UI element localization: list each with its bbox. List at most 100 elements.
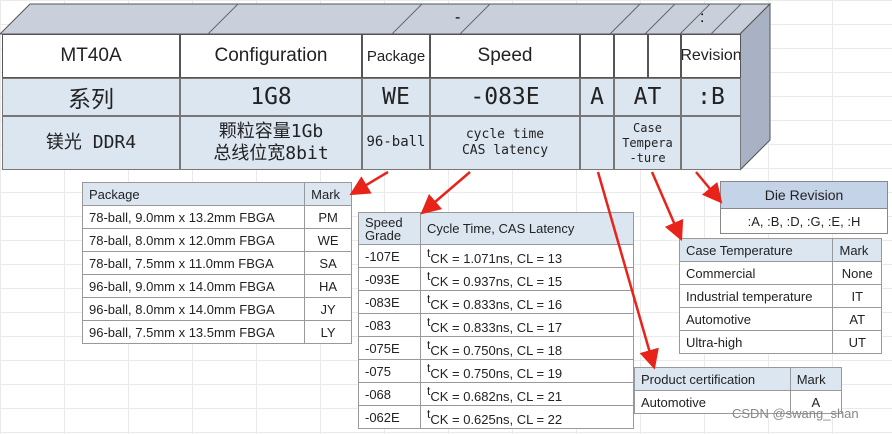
- grade-cell: -062E: [358, 405, 421, 429]
- cycle-value: CK = 0.750ns, CL = 18: [430, 343, 563, 358]
- table-row: Commercial None: [678, 261, 882, 285]
- table-row: -075E tCK = 0.750ns, CL = 18: [358, 336, 634, 360]
- grade-cell: -107E: [358, 244, 421, 268]
- speed-line-2: CAS latency: [461, 143, 549, 158]
- header-configuration: Configuration: [180, 34, 362, 78]
- config-line-2: 总线位宽8bit: [213, 143, 329, 164]
- table-row: 96-ball, 7.5mm x 13.5mm FBGA LY: [81, 320, 352, 344]
- product-cert-header-label: Product certification: [634, 367, 791, 391]
- cycle-value: CK = 0.625ns, CL = 22: [430, 412, 563, 427]
- product-cert-header: Product certification Mark: [634, 367, 843, 391]
- product-cert-header-mark: Mark: [789, 367, 843, 391]
- speed-table-header: Speed Grade Cycle Time, CAS Latency: [358, 212, 634, 245]
- cycle-cell: tCK = 0.833ns, CL = 16: [420, 290, 634, 314]
- temp-line-3: -ture: [629, 150, 666, 165]
- top-3d-side: [740, 34, 771, 171]
- package-table: Package Mark 78-ball, 9.0mm x 13.2mm FBG…: [81, 182, 352, 344]
- top-3d-strip: - :: [0, 2, 772, 38]
- speed-grade-header: Speed Grade: [358, 212, 421, 245]
- case-temp-header-label: Case Temperature: [678, 238, 834, 262]
- cycle-value: CK = 0.937ns, CL = 15: [430, 274, 563, 289]
- mark-cell: UT: [832, 330, 882, 354]
- temp-line-1: Case: [633, 120, 662, 135]
- package-cell: 78-ball, 8.0mm x 12.0mm FBGA: [81, 228, 306, 252]
- grade-cell: -075: [358, 359, 421, 383]
- mark-cell: IT: [832, 284, 882, 308]
- case-temp-table: Case Temperature Mark Commercial None Ind…: [678, 238, 882, 354]
- header-revision: Revision: [681, 34, 741, 78]
- table-row: -083 tCK = 0.833ns, CL = 17: [358, 313, 634, 337]
- cycle-value: CK = 1.071ns, CL = 13: [430, 251, 563, 266]
- table-row: Automotive AT: [678, 307, 882, 331]
- cycle-cell: tCK = 1.071ns, CL = 13: [420, 244, 634, 268]
- header-mt40a: MT40A: [2, 34, 180, 78]
- cycle-value: CK = 0.833ns, CL = 17: [430, 320, 563, 335]
- table-row: 78-ball, 8.0mm x 12.0mm FBGA WE: [81, 228, 352, 252]
- cycle-cell: tCK = 0.750ns, CL = 19: [420, 359, 634, 383]
- mark-cell: None: [832, 261, 882, 285]
- package-cell: 96-ball, 9.0mm x 14.0mm FBGA: [81, 274, 306, 298]
- row2-temp: Case Tempera -ture: [614, 116, 681, 170]
- package-cell: 96-ball, 7.5mm x 13.5mm FBGA: [81, 320, 306, 344]
- grade-cell: -083: [358, 313, 421, 337]
- temp-cell: Ultra-high: [678, 330, 834, 354]
- mark-header: Mark: [304, 182, 352, 206]
- row2-package: 96-ball: [362, 116, 430, 170]
- table-row: 78-ball, 9.0mm x 13.2mm FBGA PM: [81, 205, 352, 229]
- speed-line-1: cycle time: [465, 126, 545, 142]
- package-header: Package: [81, 182, 306, 206]
- header-blank-3: [648, 34, 681, 78]
- speed-table: Speed Grade Cycle Time, CAS Latency -107…: [358, 212, 634, 429]
- temp-cell: Commercial: [678, 261, 834, 285]
- row1-speed: -083E: [430, 78, 580, 116]
- case-temp-header-mark: Mark: [832, 238, 882, 262]
- die-revision-box: Die Revision :A, :B, :D, :G, :E, :H: [720, 181, 888, 234]
- mark-cell: WE: [304, 228, 352, 252]
- table-row: 78-ball, 7.5mm x 11.0mm FBGA SA: [81, 251, 352, 275]
- header-package: Package: [362, 34, 430, 78]
- table-row: Ultra-high UT: [678, 330, 882, 354]
- cycle-value: CK = 0.682ns, CL = 21: [430, 389, 563, 404]
- die-revision-title: Die Revision: [721, 182, 887, 209]
- grade-cell: -093E: [358, 267, 421, 291]
- row1-config: 1G8: [180, 78, 362, 116]
- table-row: -062E tCK = 0.625ns, CL = 22: [358, 405, 634, 429]
- table-row: -068 tCK = 0.682ns, CL = 21: [358, 382, 634, 406]
- mark-cell: SA: [304, 251, 352, 275]
- cycle-time-header: Cycle Time, CAS Latency: [420, 212, 634, 245]
- grade-cell: -068: [358, 382, 421, 406]
- row1-revision: :B: [681, 78, 741, 116]
- row2-series: 镁光 DDR4: [2, 116, 180, 170]
- table-row: -075 tCK = 0.750ns, CL = 19: [358, 359, 634, 383]
- header-blank-2: [614, 34, 648, 78]
- mark-cell: AT: [832, 307, 882, 331]
- row2-revision: [681, 116, 741, 170]
- row2-cert: [580, 116, 614, 170]
- package-cell: 78-ball, 7.5mm x 11.0mm FBGA: [81, 251, 306, 275]
- cycle-cell: tCK = 0.833ns, CL = 17: [420, 313, 634, 337]
- row1-package: WE: [362, 78, 430, 116]
- mark-cell: HA: [304, 274, 352, 298]
- watermark: CSDN @swang_shan: [732, 406, 859, 421]
- table-row: Industrial temperature IT: [678, 284, 882, 308]
- cycle-cell: tCK = 0.625ns, CL = 22: [420, 405, 634, 429]
- row1-cert: A: [580, 78, 614, 116]
- cycle-cell: tCK = 0.937ns, CL = 15: [420, 267, 634, 291]
- table-row: 96-ball, 9.0mm x 14.0mm FBGA HA: [81, 274, 352, 298]
- table-row: -093E tCK = 0.937ns, CL = 15: [358, 267, 634, 291]
- mark-cell: PM: [304, 205, 352, 229]
- row2-config: 颗粒容量1Gb 总线位宽8bit: [180, 116, 362, 170]
- config-line-1: 颗粒容量1Gb: [218, 120, 324, 142]
- cycle-cell: tCK = 0.750ns, CL = 18: [420, 336, 634, 360]
- table-row: -107E tCK = 1.071ns, CL = 13: [358, 244, 634, 268]
- die-revision-values: :A, :B, :D, :G, :E, :H: [747, 214, 861, 229]
- separator-dash: -: [455, 9, 460, 26]
- mark-cell: LY: [304, 320, 352, 344]
- temp-cell: Industrial temperature: [678, 284, 834, 308]
- grade-cell: -075E: [358, 336, 421, 360]
- grade-cell: -083E: [358, 290, 421, 314]
- cycle-value: CK = 0.833ns, CL = 16: [430, 297, 563, 312]
- package-cell: 96-ball, 8.0mm x 14.0mm FBGA: [81, 297, 306, 321]
- mark-cell: JY: [304, 297, 352, 321]
- separator-colon: :: [700, 9, 704, 26]
